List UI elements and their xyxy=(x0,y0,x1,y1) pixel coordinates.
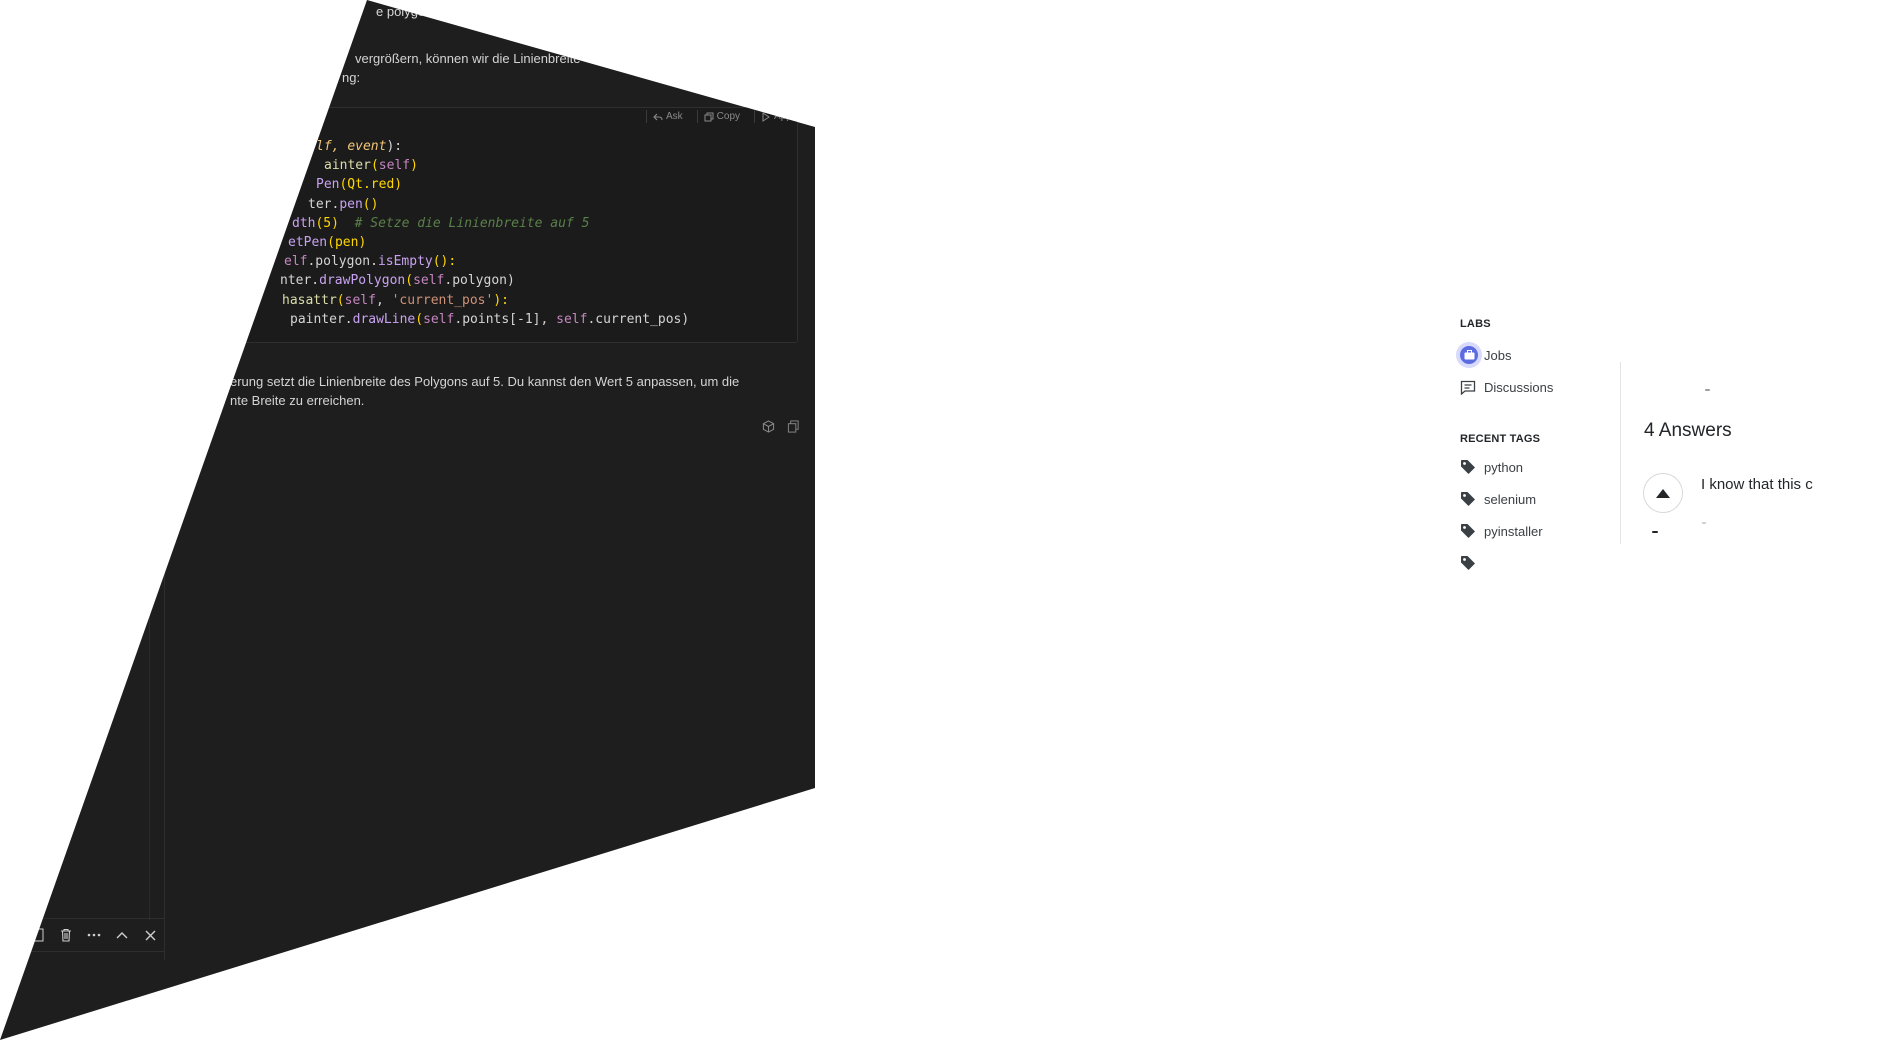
more-icon[interactable] xyxy=(86,927,102,943)
trash-icon[interactable] xyxy=(58,927,74,943)
copy-label: Copy xyxy=(716,111,741,122)
labs-heading: LABS xyxy=(1460,318,1491,330)
code-token: (Qt.red) xyxy=(339,177,403,193)
sidebar-item-discussions[interactable]: Discussions xyxy=(1460,380,1610,395)
code-token: self xyxy=(556,311,588,327)
code-token: .polygon. xyxy=(307,254,378,270)
apply-label: Apply xyxy=(774,111,800,122)
code-token: (): xyxy=(432,254,457,270)
ask-button[interactable]: Ask xyxy=(653,111,683,122)
sidebar-tag-item[interactable]: python xyxy=(1460,459,1610,475)
code-comment: # Setze die Linienbreite auf 5 xyxy=(354,215,590,231)
code-token: pen xyxy=(339,196,363,212)
tag-icon xyxy=(1461,556,1475,570)
message-top-line: e polygon xyxy=(376,4,433,19)
tag-label: python xyxy=(1484,459,1524,475)
code-token: painter. xyxy=(290,311,353,327)
chat-editor-panel: e polygon vergrößern, können wir die Lin… xyxy=(0,0,815,1040)
tag-label: pyinstaller xyxy=(1484,523,1543,539)
message-explanation-line: nte Breite zu erreichen. xyxy=(230,393,365,408)
answers-heading: 4 Answers xyxy=(1644,420,1732,441)
faint-mark xyxy=(1652,531,1658,533)
code-token: ainter xyxy=(324,158,371,174)
code-token: (pen) xyxy=(327,235,367,251)
answer-snippet: I know that this c xyxy=(1701,476,1813,493)
arrow-up-icon xyxy=(1656,488,1670,498)
ask-label: Ask xyxy=(666,111,683,122)
code-token: dth xyxy=(292,215,316,231)
code-token: lf, xyxy=(316,139,348,154)
chevron-up-icon[interactable] xyxy=(114,927,130,943)
code-token: ( xyxy=(336,292,345,308)
sidebar-tag-item[interactable]: pyinstaller xyxy=(1460,523,1610,539)
code-token: isEmpty xyxy=(377,254,433,270)
content-divider xyxy=(1620,362,1621,544)
code-token: nter. xyxy=(280,273,320,289)
discussions-label: Discussions xyxy=(1484,380,1554,395)
briefcase-icon xyxy=(1464,350,1474,360)
reply-icon xyxy=(653,113,663,120)
code-token: .current_pos) xyxy=(587,311,690,327)
tag-icon xyxy=(1461,492,1475,506)
code-token: self xyxy=(423,311,455,327)
code-toolbar: Ask Copy Apply xyxy=(646,107,799,126)
code-token: , xyxy=(375,292,392,308)
code-token: Pen xyxy=(316,177,340,193)
left-sidebar: LABS Jobs Discussions RECENT TAGS python… xyxy=(1456,318,1610,571)
tag-icon xyxy=(1461,460,1475,474)
close-icon[interactable] xyxy=(142,927,158,943)
play-icon xyxy=(762,111,770,122)
sidebar-tag-item[interactable]: selenium xyxy=(1460,491,1610,507)
copy-icon xyxy=(704,112,714,121)
code-token: drawLine xyxy=(352,311,416,327)
code-token: ) xyxy=(410,158,418,174)
message-intro-line: vergrößern, können wir die Linienbreite xyxy=(355,51,581,66)
jobs-label: Jobs xyxy=(1484,347,1512,363)
recent-tags-heading: RECENT TAGS xyxy=(1460,433,1541,445)
code-token: ( xyxy=(370,158,379,174)
apply-button[interactable]: Apply xyxy=(761,111,799,122)
sidebar-item-jobs[interactable]: Jobs xyxy=(1456,342,1610,368)
discussion-icon xyxy=(1460,380,1476,395)
tag-icon xyxy=(1461,524,1475,538)
message-explanation-line: erung setzt die Linienbreite des Polygon… xyxy=(230,374,740,389)
code-token: ): xyxy=(493,292,509,308)
code-token: ( xyxy=(405,273,414,289)
code-token: event xyxy=(347,139,387,154)
faint-mark xyxy=(1705,389,1710,391)
code-token: elf xyxy=(284,254,308,270)
code-token: .points[-1], xyxy=(454,311,557,327)
code-token: .polygon) xyxy=(444,273,515,289)
code-token: self xyxy=(378,158,411,174)
jobs-badge xyxy=(1456,342,1482,368)
copy-button[interactable]: Copy xyxy=(704,111,740,122)
sidebar-tag-item[interactable] xyxy=(1460,555,1610,571)
code-token: ( xyxy=(415,311,424,327)
code-token: self xyxy=(413,273,445,289)
code-token: etPen xyxy=(288,235,328,251)
divider xyxy=(646,110,647,123)
code-token: () xyxy=(362,196,379,212)
code-token: ): xyxy=(386,139,403,154)
code-token: 'current_pos' xyxy=(391,292,494,308)
faint-mark xyxy=(1702,522,1706,524)
code-token: drawPolygon xyxy=(319,273,406,289)
copy-icon[interactable] xyxy=(787,420,800,438)
code-token: (5) xyxy=(315,215,339,231)
code-token: hasattr xyxy=(282,292,337,308)
upvote-button[interactable] xyxy=(1643,473,1683,513)
message-actions xyxy=(762,420,800,438)
message-intro-line: ng: xyxy=(342,70,361,85)
divider xyxy=(696,110,698,123)
code-token: ter. xyxy=(308,196,340,212)
cube-icon[interactable] xyxy=(762,420,775,438)
divider xyxy=(754,110,756,123)
tag-label: selenium xyxy=(1484,491,1537,507)
code-token: self xyxy=(344,292,376,308)
